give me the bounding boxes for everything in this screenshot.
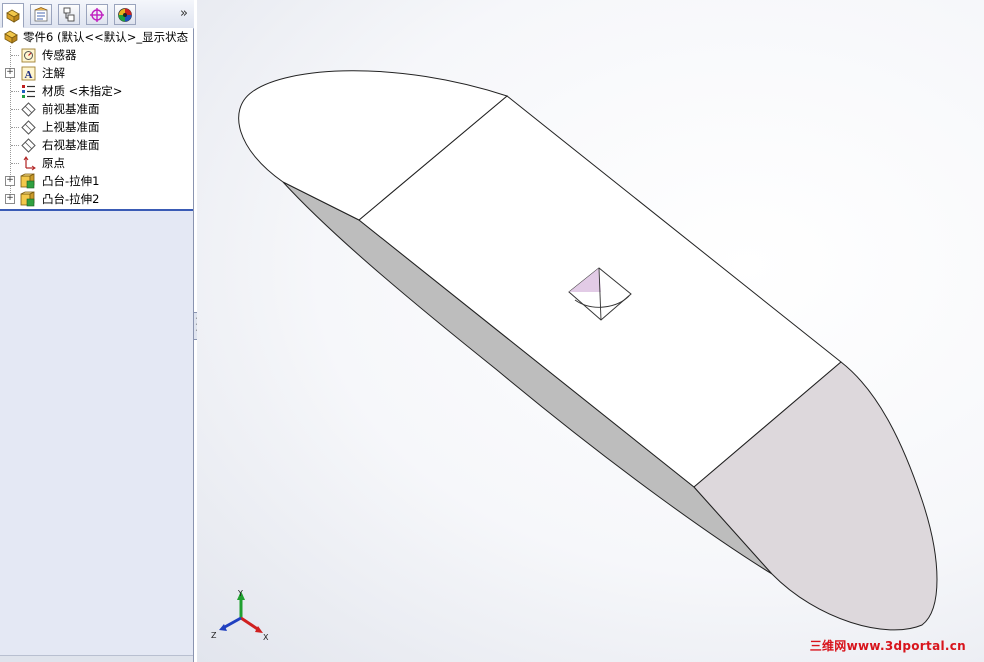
3d-model-view[interactable] — [197, 0, 984, 662]
expand-plus-icon[interactable]: + — [5, 176, 15, 186]
annotation-icon: A — [20, 65, 36, 81]
triad-y-label: Y — [237, 589, 243, 598]
tab-display-manager[interactable] — [114, 4, 136, 25]
graphics-viewport[interactable]: Y X Z 三维网www.3dportal.cn — [197, 0, 984, 662]
plane-icon — [20, 119, 36, 135]
triad-z-label: Z — [211, 631, 217, 640]
expand-plus-icon[interactable]: + — [5, 68, 15, 78]
tree-item-label: 前视基准面 — [42, 102, 100, 116]
watermark-text: 三维网www.3dportal.cn — [809, 639, 966, 653]
tree-item-label: 凸台-拉伸1 — [42, 174, 100, 188]
dimxpert-icon — [90, 7, 104, 22]
feature-manager-panel: » 零件6 (默认<<默认>_显示状态 传感器 + A 注解 材质 <未指定> … — [0, 0, 194, 662]
tab-configuration-manager[interactable] — [58, 4, 80, 25]
plane-icon — [20, 137, 36, 153]
part-icon — [3, 29, 19, 45]
property-manager-icon — [34, 6, 48, 21]
sensor-icon — [20, 47, 36, 63]
expand-plus-icon[interactable]: + — [5, 194, 15, 204]
extrude-icon — [20, 173, 36, 189]
triad-x-label: X — [263, 633, 269, 642]
tab-dimxpert-manager[interactable] — [86, 4, 108, 25]
display-manager-icon — [118, 7, 132, 22]
tree-item-label: 传感器 — [42, 48, 77, 62]
tree-item-label: 原点 — [42, 156, 65, 170]
svg-text:A: A — [24, 69, 32, 81]
tab-property-manager[interactable] — [30, 4, 52, 25]
panel-tab-bar: » — [0, 0, 194, 29]
tree-item-label: 材质 <未指定> — [42, 84, 123, 98]
tree-item-label: 注解 — [42, 66, 65, 80]
plane-icon — [20, 101, 36, 117]
tree-item-label: 上视基准面 — [42, 120, 100, 134]
feature-tree: 零件6 (默认<<默认>_显示状态 传感器 + A 注解 材质 <未指定> 前视… — [0, 28, 193, 211]
tree-item-label: 右视基准面 — [42, 138, 100, 152]
extrude-icon — [20, 191, 36, 207]
configuration-manager-icon — [63, 7, 75, 21]
material-icon — [20, 83, 36, 99]
tree-root-label: 零件6 (默认<<默认>_显示状态 — [23, 30, 189, 44]
feature-manager-icon — [6, 9, 20, 23]
panel-horizontal-scrollbar[interactable] — [0, 655, 193, 662]
origin-icon — [20, 155, 36, 171]
tab-feature-manager[interactable] — [2, 3, 24, 28]
tree-item-label: 凸台-拉伸2 — [42, 192, 100, 206]
panel-expand-chevron-icon[interactable]: » — [180, 6, 188, 21]
reference-triad: Y X Z — [211, 589, 269, 642]
